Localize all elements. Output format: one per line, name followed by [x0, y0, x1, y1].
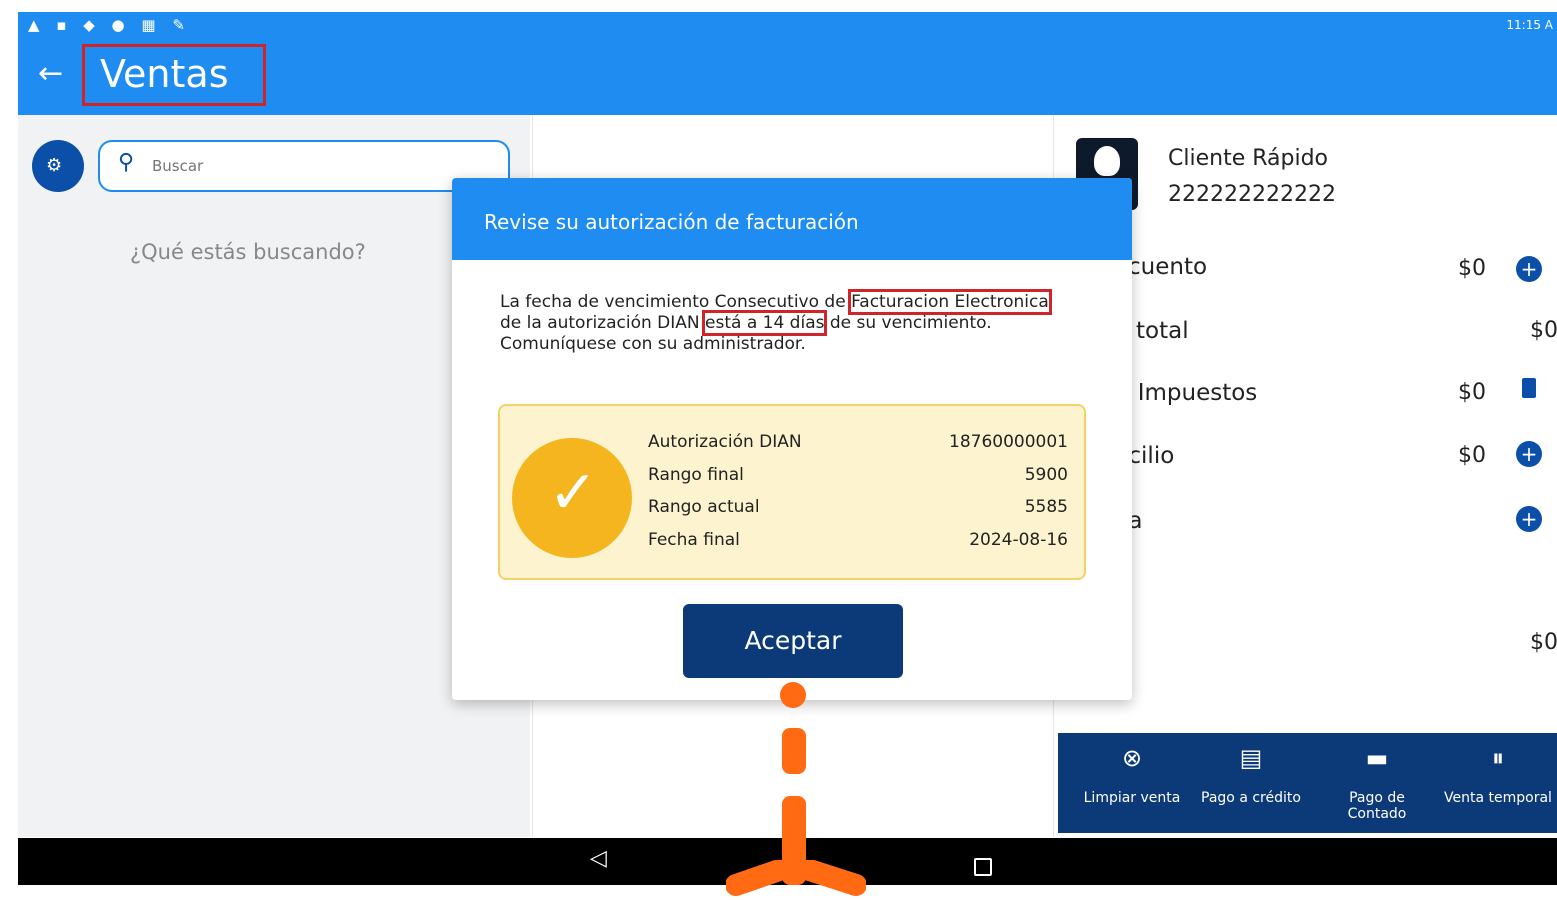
- toolbar-credit-label[interactable]: Pago a crédito: [1196, 790, 1306, 806]
- add-discount-icon[interactable]: +: [1516, 256, 1542, 282]
- nav-recents-icon[interactable]: [974, 858, 992, 876]
- annotation-arrowhead-icon: [726, 860, 866, 896]
- search-input[interactable]: [150, 150, 454, 182]
- message-highlight-billing: Facturacion Electronica: [848, 289, 1052, 315]
- app-bar: ▲ ▪ ◆ ● ▦ ✎ 11:15 A ← Ventas: [18, 12, 1557, 115]
- back-arrow-icon[interactable]: ←: [38, 56, 63, 91]
- dialog-title: Revise su autorización de facturación: [484, 210, 859, 234]
- tax-detail-icon[interactable]: [1522, 378, 1536, 398]
- info-label-authorization: Autorización DIAN: [648, 432, 802, 452]
- info-value-end-date: 2024-08-16: [969, 530, 1068, 550]
- toolbar-temp-label[interactable]: Venta temporal: [1443, 790, 1553, 806]
- status-icons: ▲ ▪ ◆ ● ▦ ✎: [28, 16, 191, 34]
- info-value-final-range: 5900: [1024, 465, 1068, 485]
- client-id: 222222222222: [1168, 182, 1336, 207]
- message-text: La fecha de vencimiento Consecutivo de: [500, 292, 852, 312]
- annotation-dot: [780, 682, 806, 708]
- summary-label-subtotal: total: [1136, 318, 1189, 344]
- status-time: 11:15 A: [1506, 18, 1553, 32]
- summary-value-subtotal: $0: [1530, 318, 1557, 343]
- accept-button[interactable]: Aceptar: [683, 604, 903, 678]
- message-highlight-days: está a 14 días: [702, 310, 828, 336]
- summary-label-taxes: l Impuestos: [1124, 380, 1258, 406]
- user-icon: [1094, 146, 1120, 176]
- nav-back-icon[interactable]: ◁: [590, 846, 607, 871]
- add-delivery-icon[interactable]: +: [1516, 441, 1542, 467]
- dialog-message: La fecha de vencimiento Consecutivo de F…: [500, 289, 1060, 355]
- toolbar-cash-label[interactable]: Pago de Contado: [1322, 790, 1432, 822]
- add-tip-icon[interactable]: +: [1516, 506, 1542, 532]
- info-label-end-date: Fecha final: [648, 530, 740, 550]
- clear-icon[interactable]: ⊗: [1112, 744, 1152, 772]
- check-icon: ✓: [548, 458, 599, 528]
- info-value-current-range: 5585: [1024, 497, 1068, 517]
- search-icon: ⚲: [118, 150, 135, 175]
- summary-value-discount: $0: [1458, 256, 1486, 281]
- pause-icon[interactable]: ⏸: [1478, 744, 1518, 772]
- client-name: Cliente Rápido: [1168, 146, 1329, 171]
- summary-label-discount: cuento: [1128, 254, 1208, 280]
- info-label-current-range: Rango actual: [648, 497, 760, 517]
- summary-value-taxes: $0: [1458, 380, 1486, 405]
- cash-icon[interactable]: ▬: [1357, 744, 1397, 772]
- info-label-final-range: Rango final: [648, 465, 744, 485]
- info-value-authorization: 18760000001: [949, 432, 1068, 452]
- summary-value-total: $0: [1530, 630, 1557, 655]
- toolbar-clear-label[interactable]: Limpiar venta: [1077, 790, 1187, 806]
- page-title: Ventas: [100, 52, 229, 96]
- notebook-icon[interactable]: ▤: [1231, 744, 1271, 772]
- filter-icon: ⚙: [46, 155, 63, 176]
- summary-value-delivery: $0: [1458, 443, 1486, 468]
- message-text: de la autorización DIAN: [500, 313, 706, 333]
- empty-state-text: ¿Qué estás buscando?: [130, 240, 366, 264]
- annotation-dash: [782, 728, 806, 774]
